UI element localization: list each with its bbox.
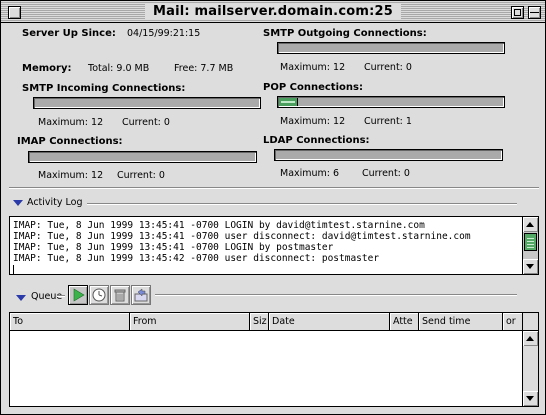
ldap-current: Current: 0	[362, 168, 410, 179]
divider	[87, 203, 517, 205]
pop-bar	[277, 96, 505, 108]
smtp-incoming-label: SMTP Incoming Connections:	[22, 83, 186, 94]
title-bar[interactable]: Mail: mailserver.domain.com:25	[1, 1, 545, 23]
mail-window: Mail: mailserver.domain.com:25 Server Up…	[0, 0, 546, 415]
smtp-incoming-bar	[33, 97, 261, 109]
pop-current: Current: 1	[364, 116, 412, 127]
imap-label: IMAP Connections:	[17, 136, 123, 147]
divider	[9, 187, 539, 189]
smtp-outgoing-bar	[277, 42, 505, 54]
pop-label: POP Connections:	[263, 82, 363, 93]
column-size[interactable]: Siz	[250, 313, 269, 330]
imap-maximum: Maximum: 12	[38, 170, 104, 181]
memory-label: Memory:	[22, 63, 72, 74]
divider	[57, 295, 65, 297]
queue-table[interactable]: To From Siz Date Atte Send time or	[9, 312, 539, 407]
queue-scrollbar[interactable]	[522, 331, 538, 406]
log-scrollbar[interactable]	[522, 217, 538, 274]
scroll-down-arrow[interactable]	[523, 259, 538, 274]
log-line: IMAP: Tue, 8 Jun 1999 13:45:41 -0700 use…	[13, 231, 471, 242]
scroll-up-arrow[interactable]	[523, 217, 538, 232]
column-attempts[interactable]: Atte	[390, 313, 419, 330]
column-from[interactable]: From	[130, 313, 250, 330]
return-icon	[134, 288, 148, 302]
smtp-incoming-maximum: Maximum: 12	[38, 117, 104, 128]
queue-table-header: To From Siz Date Atte Send time or	[10, 313, 538, 331]
smtp-incoming-current: Current: 0	[122, 117, 170, 128]
server-up-label: Server Up Since:	[22, 28, 116, 39]
memory-free: Free: 7.7 MB	[174, 63, 234, 74]
queue-disclosure-icon[interactable]	[16, 295, 26, 301]
schedule-button[interactable]	[89, 285, 109, 305]
column-or[interactable]: or	[503, 313, 523, 330]
ldap-maximum: Maximum: 6	[280, 168, 340, 179]
imap-current: Current: 0	[117, 170, 165, 181]
collapse-box-icon[interactable]	[528, 6, 541, 19]
clock-icon	[92, 288, 106, 302]
smtp-outgoing-current: Current: 0	[364, 62, 412, 73]
activity-log-area[interactable]: IMAP: Tue, 8 Jun 1999 13:45:41 -0700 LOG…	[9, 216, 539, 275]
text-cursor	[13, 265, 14, 274]
divider	[155, 294, 517, 296]
scroll-up-arrow[interactable]	[523, 331, 538, 346]
log-line: IMAP: Tue, 8 Jun 1999 13:45:41 -0700 LOG…	[13, 242, 334, 253]
activity-log-disclosure-icon[interactable]	[13, 200, 23, 206]
activity-log-label: Activity Log	[27, 197, 83, 208]
log-line: IMAP: Tue, 8 Jun 1999 13:45:41 -0700 LOG…	[13, 220, 425, 231]
ldap-bar	[274, 149, 503, 161]
column-to[interactable]: To	[10, 313, 130, 330]
smtp-outgoing-label: SMTP Outgoing Connections:	[263, 28, 427, 39]
smtp-outgoing-maximum: Maximum: 12	[280, 62, 346, 73]
ldap-label: LDAP Connections:	[263, 135, 370, 146]
scroll-down-arrow[interactable]	[523, 391, 538, 406]
memory-total: Total: 9.0 MB	[88, 63, 150, 74]
play-icon	[73, 288, 85, 302]
window-title: Mail: mailserver.domain.com:25	[144, 4, 401, 19]
column-date[interactable]: Date	[269, 313, 390, 330]
server-up-value: 04/15/99:21:15	[127, 28, 201, 39]
delete-button[interactable]	[110, 285, 130, 305]
log-scroll-thumb[interactable]	[524, 233, 537, 251]
imap-bar	[28, 151, 257, 163]
trash-icon	[114, 289, 126, 302]
pop-maximum: Maximum: 12	[280, 116, 346, 127]
column-send-time[interactable]: Send time	[419, 313, 503, 330]
zoom-box-icon[interactable]	[511, 6, 524, 19]
log-line: IMAP: Tue, 8 Jun 1999 13:45:42 -0700 use…	[13, 253, 380, 264]
return-button[interactable]	[131, 285, 151, 305]
play-button[interactable]	[68, 285, 88, 305]
